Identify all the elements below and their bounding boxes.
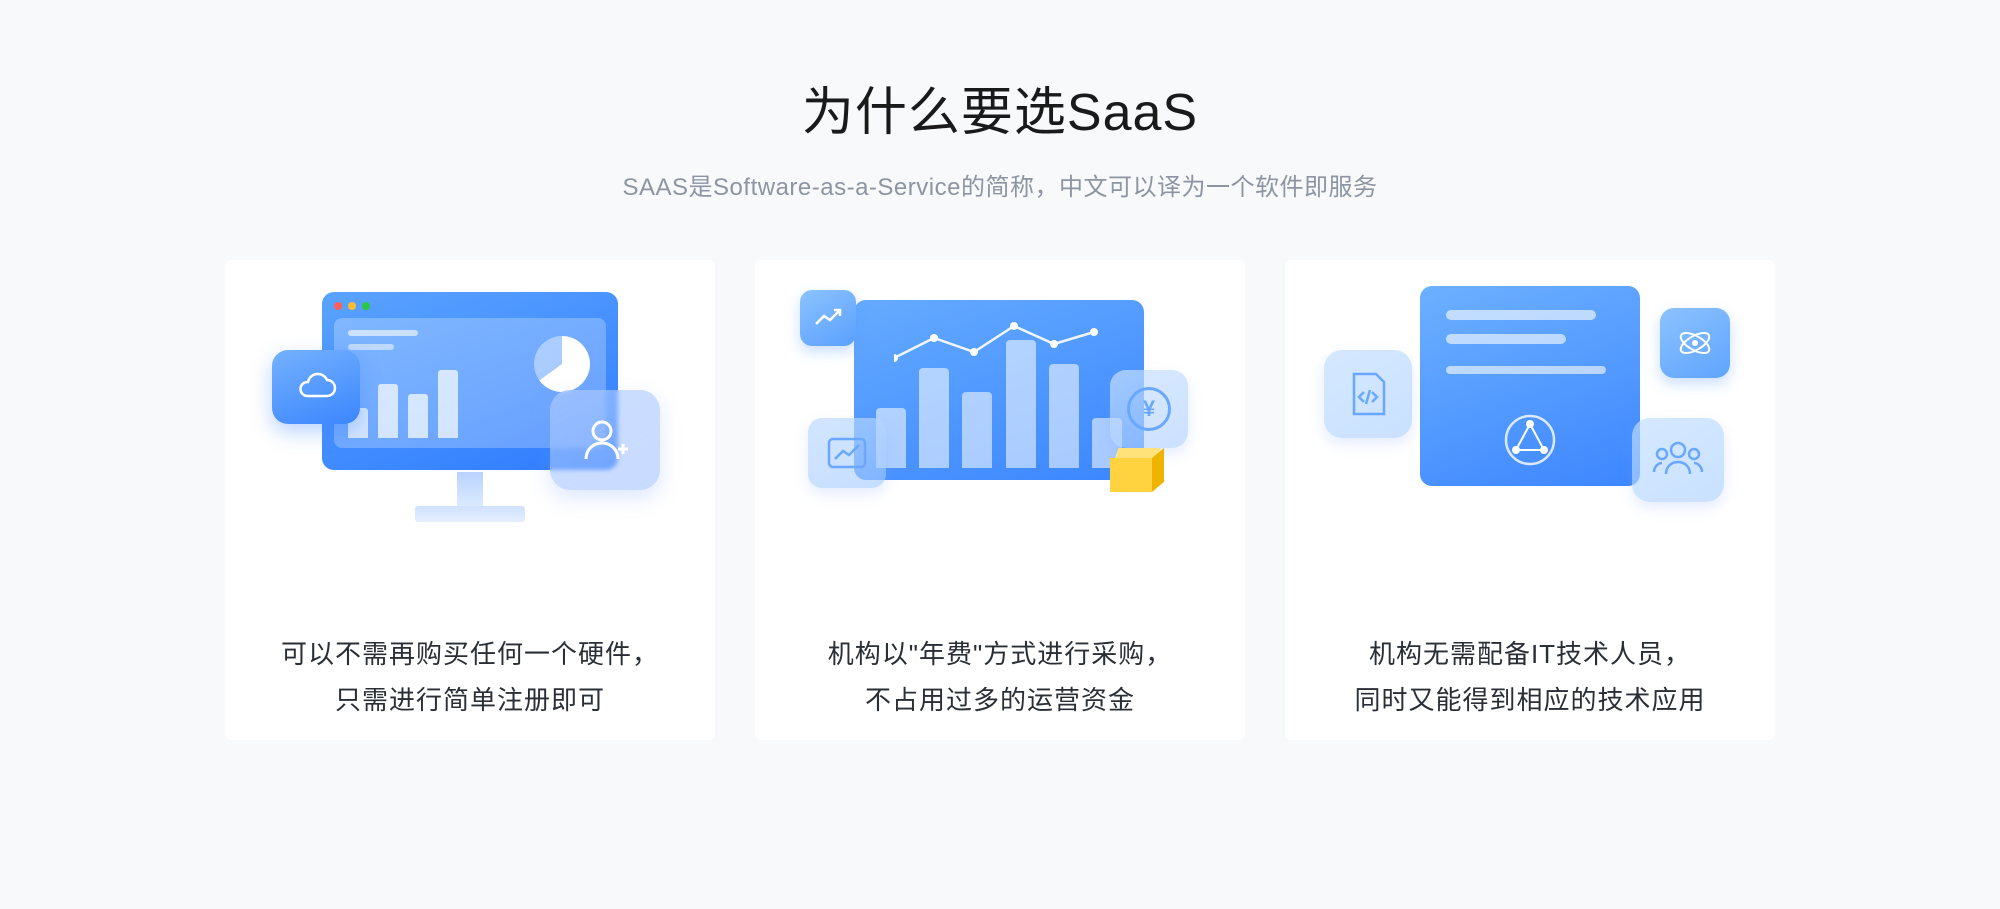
desc-line1: 机构以"年费"方式进行采购，: [828, 639, 1172, 669]
card-description: 可以不需再购买任何一个硬件， 只需进行简单注册即可: [251, 632, 689, 723]
card-description: 机构无需配备IT技术人员， 同时又能得到相应的技术应用: [1324, 632, 1735, 723]
document-icon: [1420, 286, 1640, 486]
illustration-analytics: ¥: [830, 292, 1170, 522]
desc-line1: 机构无需配备IT技术人员，: [1369, 639, 1691, 669]
currency-icon: ¥: [1110, 370, 1188, 448]
illustration-tech: [1360, 292, 1700, 522]
card-description: 机构以"年费"方式进行采购， 不占用过多的运营资金: [798, 632, 1202, 723]
add-user-icon: [550, 390, 660, 490]
section-title: 为什么要选SaaS: [0, 70, 2000, 145]
share-icon: [1502, 412, 1558, 468]
atom-icon: [1660, 308, 1730, 378]
mini-chart-icon: [808, 418, 886, 488]
feature-card-hardware: 可以不需再购买任何一个硬件， 只需进行简单注册即可: [225, 260, 715, 740]
trend-icon: [800, 290, 856, 346]
illustration-dashboard: [300, 292, 640, 522]
cloud-icon: [272, 350, 360, 424]
people-icon: [1632, 418, 1724, 502]
desc-line2: 不占用过多的运营资金: [865, 685, 1135, 715]
feature-card-tech: 机构无需配备IT技术人员， 同时又能得到相应的技术应用: [1285, 260, 1775, 740]
code-icon: [1324, 350, 1412, 438]
desc-line2: 只需进行简单注册即可: [335, 685, 605, 715]
feature-card-payment: ¥ 机构以"年费"方式进行采购， 不占用过多的运营资金: [755, 260, 1245, 740]
cards-row: 可以不需再购买任何一个硬件， 只需进行简单注册即可: [0, 260, 2000, 740]
desc-line2: 同时又能得到相应的技术应用: [1354, 685, 1705, 715]
desc-line1: 可以不需再购买任何一个硬件，: [281, 639, 659, 669]
gold-cube-icon: [1110, 448, 1164, 492]
section-subtitle: SAAS是Software-as-a-Service的简称，中文可以译为一个软件…: [0, 167, 2000, 202]
bar-chart-icon: [854, 300, 1144, 480]
